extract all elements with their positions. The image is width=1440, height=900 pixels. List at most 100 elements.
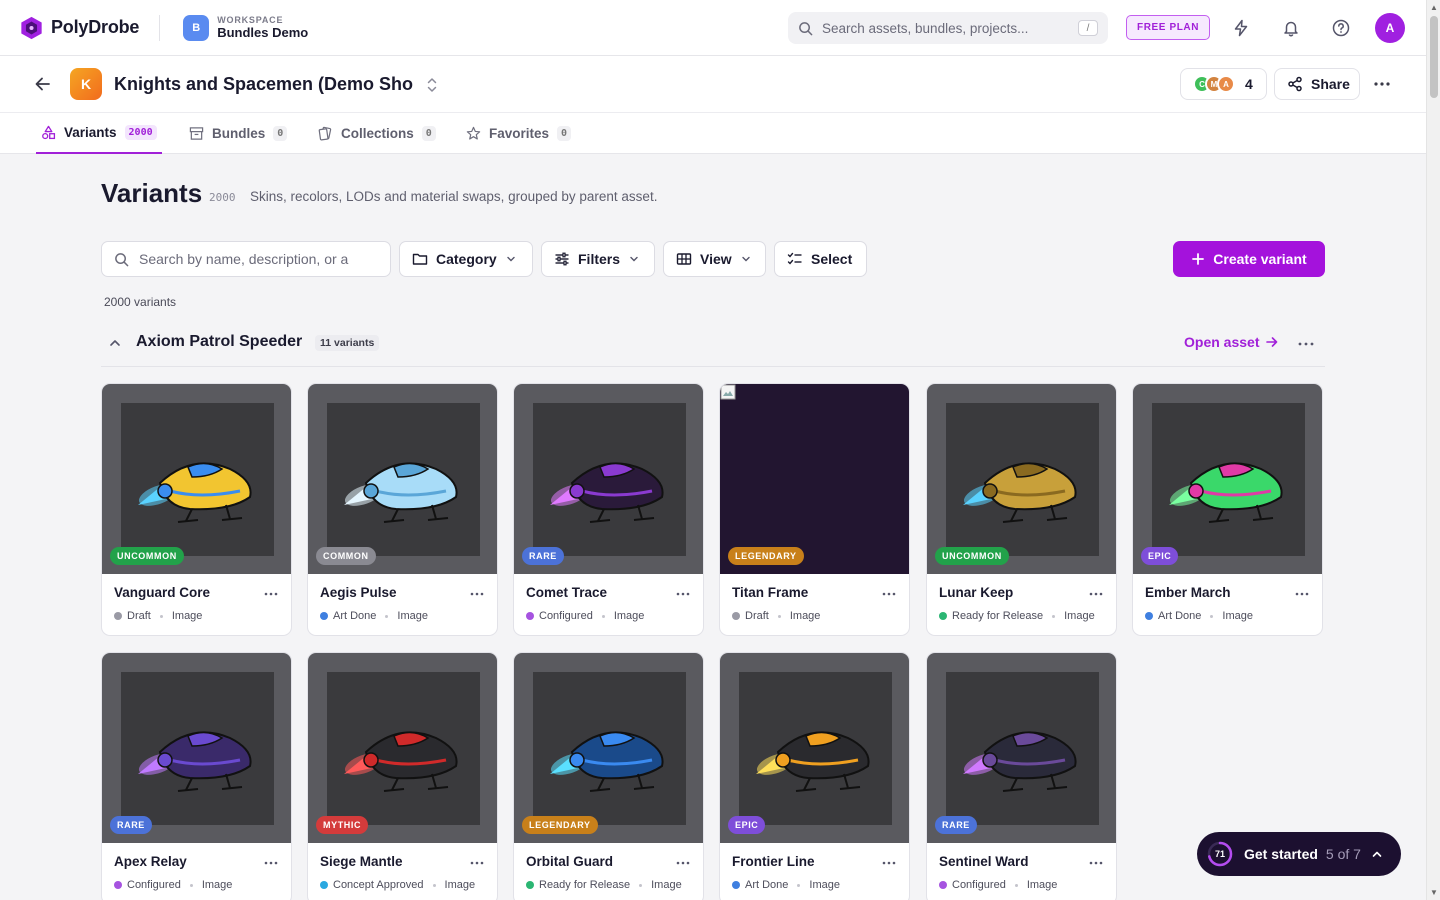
variant-thumbnail[interactable]: MYTHIC [308, 653, 497, 843]
more-horizontal-icon[interactable] [1372, 74, 1392, 94]
variant-name[interactable]: Apex Relay [114, 854, 187, 869]
spaceship-thumbnail-icon [138, 461, 252, 523]
asset-type-label: Image [1026, 879, 1058, 891]
more-horizontal-icon[interactable] [263, 857, 279, 869]
status-label: Ready for Release [539, 879, 631, 891]
more-horizontal-icon[interactable] [1294, 588, 1310, 600]
variant-meta: Ready for Release Image [526, 879, 682, 891]
more-horizontal-icon[interactable] [675, 857, 691, 869]
variant-meta: Art Done Image [732, 879, 840, 891]
more-horizontal-icon[interactable] [1296, 334, 1316, 354]
plan-badge[interactable]: FREE PLAN [1126, 15, 1211, 40]
variant-name[interactable]: Lunar Keep [939, 585, 1013, 600]
project-avatar: K [70, 68, 102, 100]
variant-name[interactable]: Frontier Line [732, 854, 815, 869]
variant-name[interactable]: Vanguard Core [114, 585, 210, 600]
variant-image [739, 672, 892, 825]
brand[interactable]: PolyDrobe [20, 16, 139, 40]
select-button[interactable]: Select [774, 241, 867, 277]
scroll-up-arrow-icon[interactable]: ▲ [1430, 3, 1438, 12]
variant-card[interactable]: LEGENDARY Orbital Guard Ready for Release I… [513, 652, 704, 900]
variant-name[interactable]: Aegis Pulse [320, 585, 397, 600]
view-dropdown[interactable]: View [663, 241, 766, 277]
grid-table-icon [676, 253, 692, 265]
create-variant-button[interactable]: Create variant [1173, 241, 1325, 277]
variant-thumbnail[interactable]: COMMON [308, 384, 497, 574]
project-title[interactable]: Knights and Spacemen (Demo Sho... [114, 74, 414, 95]
variant-card[interactable]: UNCOMMON Lunar Keep Ready for Release Image [926, 383, 1117, 636]
variant-card[interactable]: MYTHIC Siege Mantle Concept Approved Image [307, 652, 498, 900]
rarity-badge: RARE [522, 547, 564, 565]
open-asset-link[interactable]: Open asset [1184, 334, 1279, 350]
variant-card[interactable]: EPIC Frontier Line Art Done Image [719, 652, 910, 900]
variant-card[interactable]: EPIC Ember March Art Done Image [1132, 383, 1323, 636]
status-label: Art Done [1158, 610, 1202, 622]
more-horizontal-icon[interactable] [469, 857, 485, 869]
category-dropdown[interactable]: Category [399, 241, 533, 277]
variant-thumbnail[interactable]: RARE [102, 653, 291, 843]
variant-thumbnail[interactable]: RARE [514, 384, 703, 574]
workspace-switcher[interactable]: B WORKSPACE Bundles Demo [183, 14, 308, 41]
get-started-widget[interactable]: 71 Get started 5 of 7 [1197, 832, 1401, 876]
category-label: Category [436, 251, 497, 267]
tab-variants[interactable]: Variants 2000 [36, 113, 162, 154]
variant-thumbnail[interactable]: RARE [927, 653, 1116, 843]
variant-card[interactable]: RARE Apex Relay Configured Image [101, 652, 292, 900]
back-arrow-icon[interactable] [33, 74, 53, 94]
variant-image [533, 403, 686, 556]
status-dot [114, 881, 122, 889]
rarity-badge: RARE [110, 816, 152, 834]
variant-card[interactable]: RARE Sentinel Ward Configured Image [926, 652, 1117, 900]
lightning-icon[interactable] [1229, 16, 1253, 40]
more-horizontal-icon[interactable] [1088, 588, 1104, 600]
variant-thumbnail[interactable]: LEGENDARY [514, 653, 703, 843]
tab-bundles[interactable]: Bundles 0 [189, 113, 288, 154]
variant-thumbnail[interactable]: EPIC [1133, 384, 1322, 574]
tab-count: 2000 [124, 125, 157, 140]
variant-card[interactable]: LEGENDARY Titan Frame Draft Image [719, 383, 910, 636]
filters-dropdown[interactable]: Filters [541, 241, 655, 277]
more-horizontal-icon[interactable] [1088, 857, 1104, 869]
variant-card[interactable]: COMMON Aegis Pulse Art Done Image [307, 383, 498, 636]
more-horizontal-icon[interactable] [881, 588, 897, 600]
status-dot [1145, 612, 1153, 620]
variant-name[interactable]: Ember March [1145, 585, 1231, 600]
more-horizontal-icon[interactable] [881, 857, 897, 869]
tab-label: Collections [341, 126, 414, 141]
scroll-down-arrow-icon[interactable]: ▼ [1430, 888, 1438, 897]
variant-card[interactable]: UNCOMMON Vanguard Core Draft Image [101, 383, 292, 636]
variant-thumbnail[interactable]: EPIC [720, 653, 909, 843]
scrollbar-thumb[interactable] [1430, 16, 1438, 98]
variant-thumbnail[interactable]: LEGENDARY [720, 384, 909, 574]
variant-thumbnail[interactable]: UNCOMMON [927, 384, 1116, 574]
variant-card[interactable]: RARE Comet Trace Configured Image [513, 383, 704, 636]
asset-type-label: Image [201, 879, 233, 891]
variant-name[interactable]: Sentinel Ward [939, 854, 1029, 869]
variant-name[interactable]: Titan Frame [732, 585, 808, 600]
status-label: Art Done [333, 610, 377, 622]
collaborators-button[interactable]: C M A 4 [1180, 68, 1267, 100]
tab-favorites[interactable]: Favorites 0 [466, 113, 572, 154]
chevron-up-icon[interactable] [108, 336, 122, 350]
variant-name[interactable]: Orbital Guard [526, 854, 613, 869]
variant-search-input[interactable]: Search by name, description, or a [101, 241, 391, 277]
share-button[interactable]: Share [1274, 68, 1360, 100]
asset-group-name[interactable]: Axiom Patrol Speeder [136, 333, 302, 351]
chevron-up-icon [1372, 851, 1382, 857]
tab-collections[interactable]: Collections 0 [317, 113, 436, 154]
variant-name[interactable]: Comet Trace [526, 585, 607, 600]
project-header: K Knights and Spacemen (Demo Sho... C M … [0, 56, 1426, 113]
asset-group-header: Axiom Patrol Speeder 11 variants Open as… [101, 322, 1325, 367]
more-horizontal-icon[interactable] [675, 588, 691, 600]
user-avatar[interactable]: A [1375, 13, 1405, 43]
chevron-up-down-icon[interactable] [425, 76, 439, 94]
help-icon[interactable] [1329, 16, 1353, 40]
page-scrollbar[interactable]: ▲ ▼ [1426, 0, 1440, 900]
bell-icon[interactable] [1279, 16, 1303, 40]
global-search-input[interactable]: Search assets, bundles, projects... / [788, 12, 1108, 44]
variant-name[interactable]: Siege Mantle [320, 854, 403, 869]
more-horizontal-icon[interactable] [263, 588, 279, 600]
more-horizontal-icon[interactable] [469, 588, 485, 600]
variant-thumbnail[interactable]: UNCOMMON [102, 384, 291, 574]
progress-ring: 71 [1207, 841, 1233, 867]
